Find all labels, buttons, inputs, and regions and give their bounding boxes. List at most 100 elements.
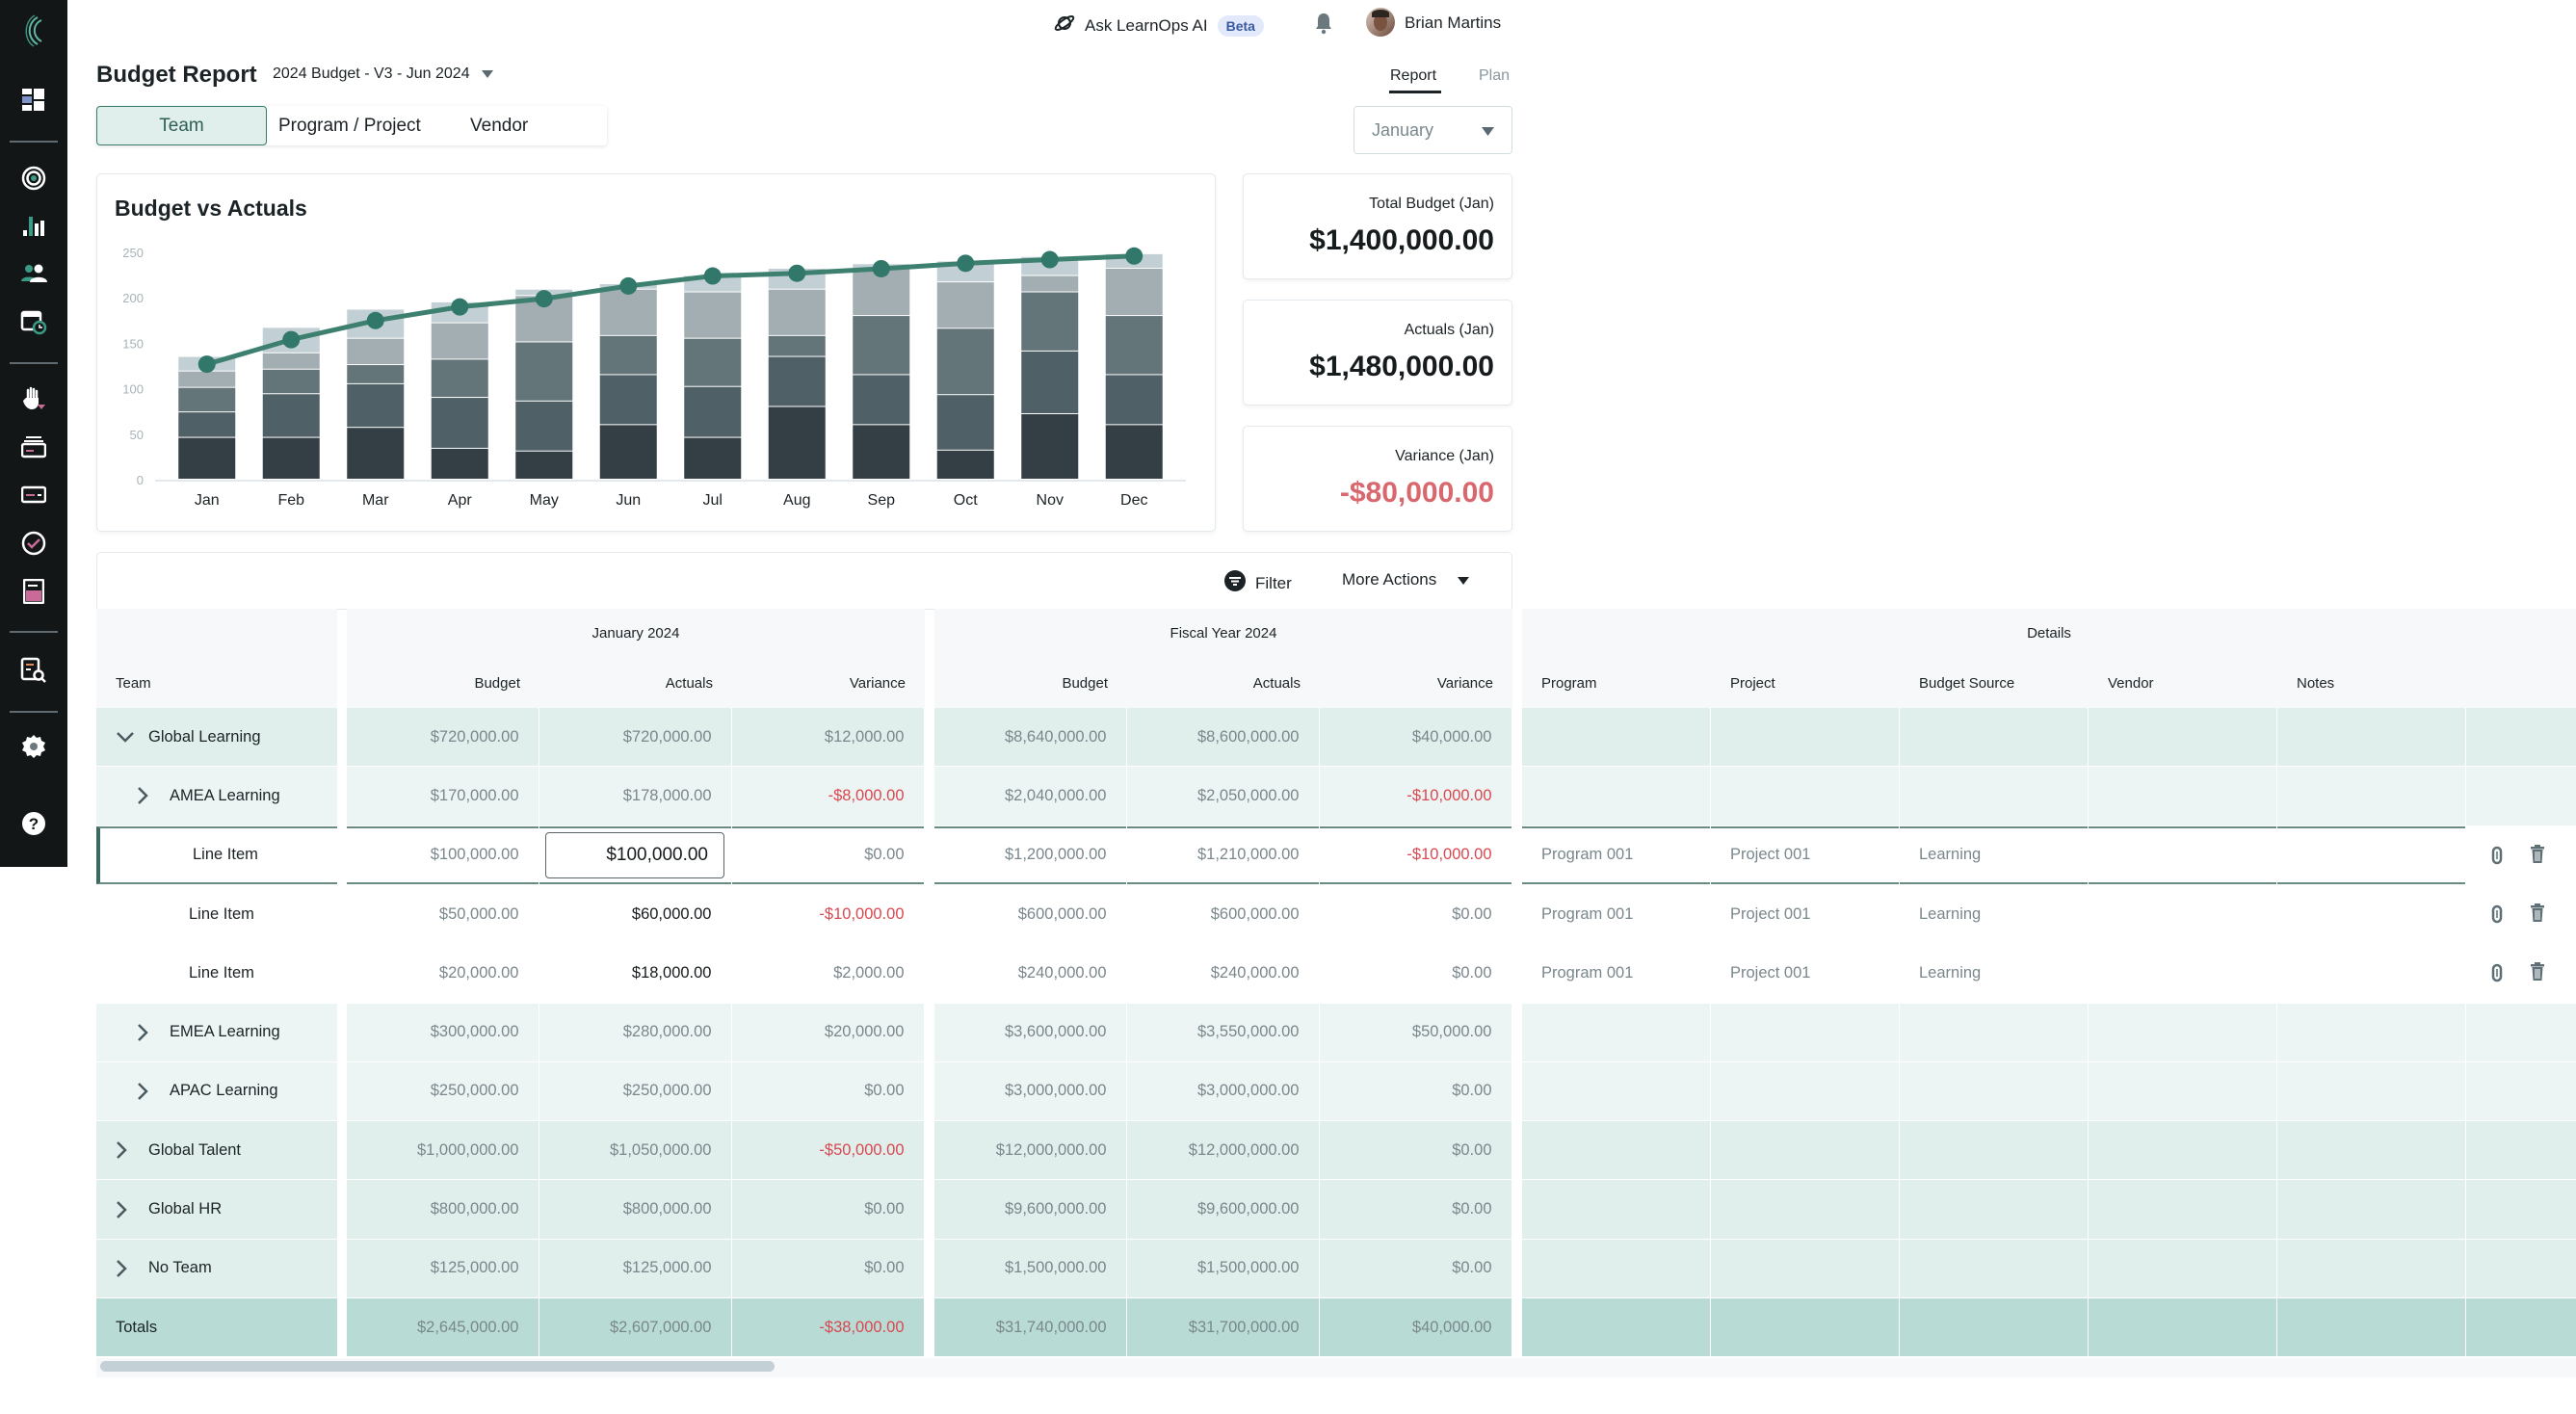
project-cell[interactable] <box>1711 1239 1899 1297</box>
jan-actuals-cell[interactable]: $250,000.00 <box>539 1061 731 1121</box>
column-header-fy-actuals[interactable]: Actuals <box>1127 658 1320 708</box>
fy-actuals-cell[interactable]: $1,500,000.00 <box>1127 1239 1319 1297</box>
budget-source-cell[interactable]: Learning <box>1900 944 2088 1003</box>
program-cell[interactable] <box>1522 1180 1710 1239</box>
fy-actuals-cell[interactable]: $2,050,000.00 <box>1127 767 1319 825</box>
program-cell[interactable] <box>1522 708 1710 767</box>
search-report-icon[interactable] <box>16 653 51 688</box>
user-avatar[interactable] <box>1366 8 1395 37</box>
table-row-team-cell[interactable]: AMEA Learning <box>96 767 337 825</box>
vendor-cell[interactable] <box>2089 708 2276 767</box>
column-header-budget-source[interactable]: Budget Source <box>1900 658 2089 708</box>
settings-icon[interactable] <box>16 729 51 764</box>
notes-cell[interactable] <box>2277 767 2465 825</box>
card-icon[interactable] <box>16 478 51 512</box>
vendor-cell[interactable] <box>2089 1061 2276 1121</box>
chevron-right-icon[interactable] <box>116 1200 137 1219</box>
budget-source-cell[interactable] <box>1900 767 2088 825</box>
attachment-icon[interactable] <box>2491 846 2503 870</box>
tab-program-project[interactable]: Program / Project <box>267 106 438 145</box>
tab-report[interactable]: Report <box>1390 67 1436 85</box>
dashboard-icon[interactable] <box>16 83 51 118</box>
table-row-team-cell[interactable]: Line Item <box>96 944 337 1003</box>
fy-actuals-cell[interactable]: $9,600,000.00 <box>1127 1180 1319 1239</box>
program-cell[interactable]: Program 001 <box>1522 825 1710 884</box>
fy-actuals-cell[interactable]: $600,000.00 <box>1127 884 1319 944</box>
vendor-cell[interactable] <box>2089 1239 2276 1297</box>
actuals-edit-input[interactable]: $100,000.00 <box>545 831 724 878</box>
column-header-vendor[interactable]: Vendor <box>2089 658 2277 708</box>
vendor-cell[interactable] <box>2089 944 2276 1003</box>
column-header-jan-budget[interactable]: Budget <box>347 658 539 708</box>
vendor-cell[interactable] <box>2089 1121 2276 1180</box>
project-cell[interactable] <box>1711 708 1899 767</box>
jan-actuals-cell[interactable]: $720,000.00 <box>539 708 731 767</box>
table-row-team-cell[interactable]: APAC Learning <box>96 1061 337 1121</box>
target-icon[interactable] <box>16 161 51 196</box>
notes-cell[interactable] <box>2277 884 2465 944</box>
jan-actuals-cell[interactable]: $125,000.00 <box>539 1239 731 1297</box>
logo-icon[interactable] <box>16 13 51 48</box>
column-header-team[interactable]: Team <box>96 658 337 708</box>
fy-actuals-cell[interactable]: $1,210,000.00 <box>1127 825 1319 884</box>
program-cell[interactable] <box>1522 767 1710 825</box>
vendor-cell[interactable] <box>2089 1180 2276 1239</box>
budget-source-cell[interactable] <box>1900 1121 2088 1180</box>
program-cell[interactable]: Program 001 <box>1522 884 1710 944</box>
notes-cell[interactable] <box>2277 708 2465 767</box>
project-cell[interactable] <box>1711 1003 1899 1061</box>
notes-cell[interactable] <box>2277 944 2465 1003</box>
jan-actuals-cell[interactable]: $178,000.00 <box>539 767 731 825</box>
attachment-icon[interactable] <box>2491 904 2503 929</box>
month-select[interactable]: January <box>1354 106 1512 154</box>
project-cell[interactable] <box>1711 1061 1899 1121</box>
budget-source-cell[interactable]: Learning <box>1900 825 2088 884</box>
project-cell[interactable]: Project 001 <box>1711 825 1899 884</box>
fy-actuals-cell[interactable]: $3,550,000.00 <box>1127 1003 1319 1061</box>
jan-actuals-cell[interactable]: $800,000.00 <box>539 1180 731 1239</box>
notes-cell[interactable] <box>2277 1003 2465 1061</box>
tab-plan[interactable]: Plan <box>1479 67 1510 85</box>
chevron-right-icon[interactable] <box>137 1023 158 1042</box>
notes-cell[interactable] <box>2277 1061 2465 1121</box>
budget-source-cell[interactable] <box>1900 1239 2088 1297</box>
stack-icon[interactable] <box>16 430 51 464</box>
notifications-bell-icon[interactable] <box>1314 12 1333 39</box>
fy-actuals-cell[interactable]: $3,000,000.00 <box>1127 1061 1319 1121</box>
table-row-team-cell[interactable]: Global Talent <box>96 1121 337 1180</box>
program-cell[interactable] <box>1522 1003 1710 1061</box>
program-cell[interactable] <box>1522 1061 1710 1121</box>
tab-team[interactable]: Team <box>96 106 267 145</box>
jan-actuals-cell[interactable]: $1,050,000.00 <box>539 1121 731 1180</box>
column-header-jan-variance[interactable]: Variance <box>732 658 925 708</box>
column-header-notes[interactable]: Notes <box>2277 658 2466 708</box>
hand-icon[interactable] <box>16 381 51 416</box>
column-header-fy-variance[interactable]: Variance <box>1320 658 1512 708</box>
chevron-right-icon[interactable] <box>116 1140 137 1160</box>
budget-source-cell[interactable] <box>1900 1180 2088 1239</box>
check-circle-icon[interactable] <box>16 526 51 561</box>
table-row-team-cell[interactable]: Line Item <box>96 884 337 944</box>
vendor-cell[interactable] <box>2089 825 2276 884</box>
users-icon[interactable] <box>16 256 51 291</box>
budget-source-cell[interactable] <box>1900 708 2088 767</box>
calendar-clock-icon[interactable] <box>16 304 51 339</box>
notes-cell[interactable] <box>2277 1239 2465 1297</box>
column-header-jan-actuals[interactable]: Actuals <box>539 658 732 708</box>
vendor-cell[interactable] <box>2089 1003 2276 1061</box>
jan-actuals-cell[interactable]: $60,000.00 <box>539 884 731 944</box>
project-cell[interactable] <box>1711 1180 1899 1239</box>
delete-icon[interactable] <box>2530 903 2545 928</box>
bar-chart-icon[interactable] <box>16 208 51 243</box>
jan-actuals-cell[interactable]: $280,000.00 <box>539 1003 731 1061</box>
delete-icon[interactable] <box>2530 962 2545 986</box>
chevron-right-icon[interactable] <box>116 1259 137 1278</box>
document-icon[interactable] <box>16 574 51 609</box>
budget-source-cell[interactable] <box>1900 1003 2088 1061</box>
program-cell[interactable] <box>1522 1239 1710 1297</box>
horizontal-scrollbar-thumb[interactable] <box>100 1361 775 1372</box>
help-icon[interactable]: ? <box>16 806 51 841</box>
user-name[interactable]: Brian Martins <box>1405 13 1501 33</box>
more-actions-dropdown[interactable]: More Actions <box>1342 570 1470 589</box>
project-cell[interactable]: Project 001 <box>1711 884 1899 944</box>
